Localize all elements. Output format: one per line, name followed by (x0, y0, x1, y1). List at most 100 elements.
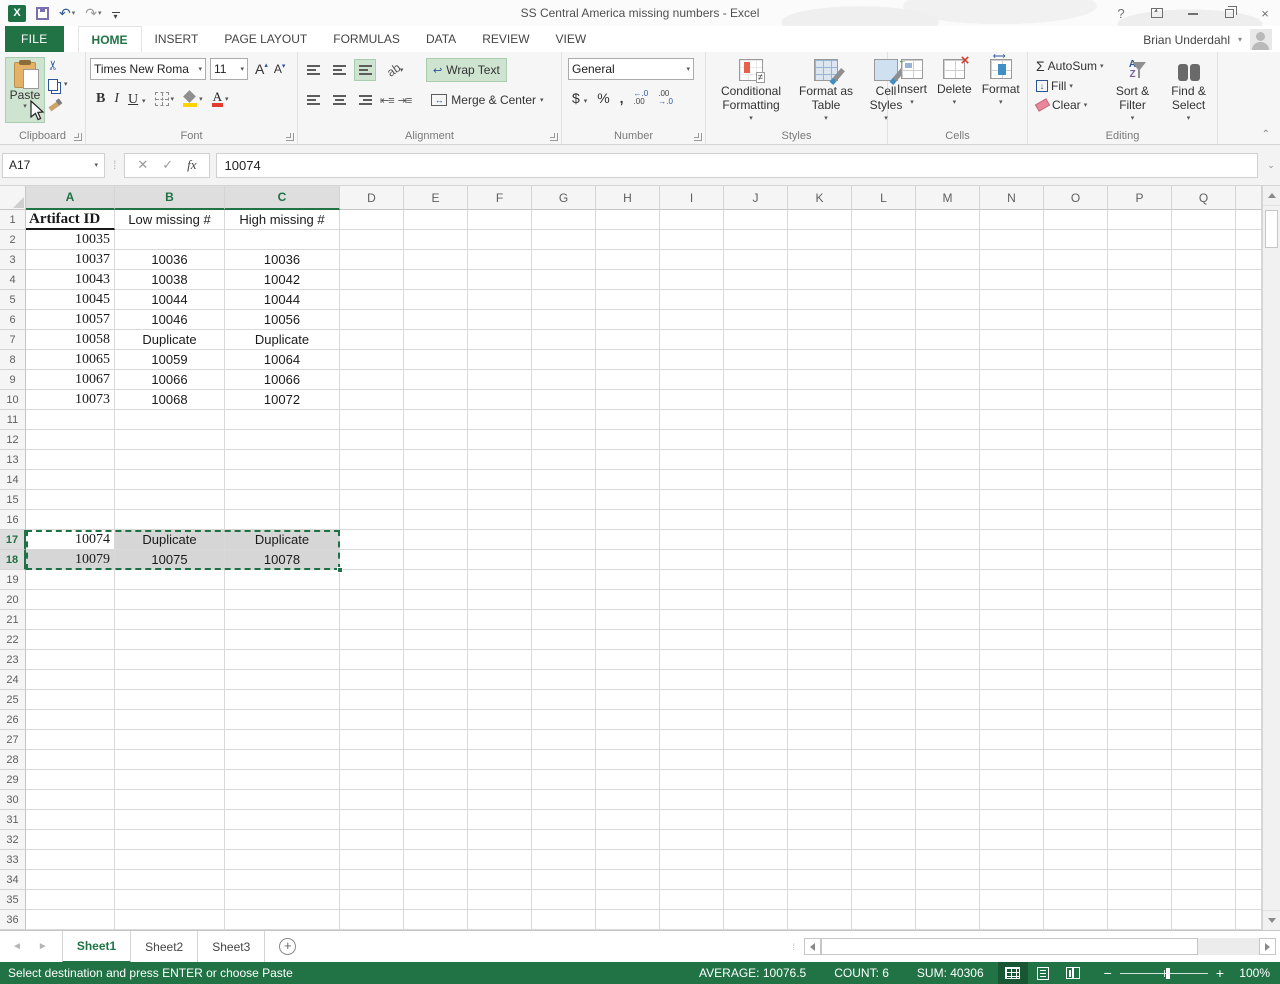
cell-D16[interactable] (340, 510, 404, 530)
cell-Q12[interactable] (1172, 430, 1236, 450)
cell-G24[interactable] (532, 670, 596, 690)
cell-I5[interactable] (660, 290, 724, 310)
cell-partial-26[interactable] (1236, 710, 1262, 730)
row-header-4[interactable]: 4 (0, 270, 26, 290)
cell-D34[interactable] (340, 870, 404, 890)
cell-H12[interactable] (596, 430, 660, 450)
row-header-13[interactable]: 13 (0, 450, 26, 470)
cell-N4[interactable] (980, 270, 1044, 290)
cell-H29[interactable] (596, 770, 660, 790)
cell-Q4[interactable] (1172, 270, 1236, 290)
cell-L3[interactable] (852, 250, 916, 270)
cell-M32[interactable] (916, 830, 980, 850)
find-select-button[interactable]: Find & Select▾ (1162, 58, 1216, 128)
cell-H34[interactable] (596, 870, 660, 890)
cell-A33[interactable] (26, 850, 115, 870)
cell-O1[interactable] (1044, 210, 1108, 230)
cell-G8[interactable] (532, 350, 596, 370)
cell-L20[interactable] (852, 590, 916, 610)
cell-M6[interactable] (916, 310, 980, 330)
cell-J4[interactable] (724, 270, 788, 290)
cell-K10[interactable] (788, 390, 852, 410)
cell-C33[interactable] (225, 850, 340, 870)
cell-C32[interactable] (225, 830, 340, 850)
cell-N31[interactable] (980, 810, 1044, 830)
cell-G5[interactable] (532, 290, 596, 310)
cell-C12[interactable] (225, 430, 340, 450)
cell-G4[interactable] (532, 270, 596, 290)
tab-file[interactable]: FILE (5, 26, 64, 52)
row-header-3[interactable]: 3 (0, 250, 26, 270)
accounting-format-button[interactable]: $ ▾ (572, 90, 587, 106)
cell-O23[interactable] (1044, 650, 1108, 670)
cell-F13[interactable] (468, 450, 532, 470)
undo-caret-icon[interactable]: ▾ (72, 10, 76, 17)
cell-A11[interactable] (26, 410, 115, 430)
cell-N34[interactable] (980, 870, 1044, 890)
cell-F11[interactable] (468, 410, 532, 430)
cell-G9[interactable] (532, 370, 596, 390)
cell-I10[interactable] (660, 390, 724, 410)
tab-page-layout[interactable]: PAGE LAYOUT (211, 26, 320, 52)
cell-D33[interactable] (340, 850, 404, 870)
cell-G30[interactable] (532, 790, 596, 810)
name-box[interactable]: A17▾ (2, 153, 105, 178)
zoom-slider-thumb[interactable] (1166, 968, 1170, 979)
row-header-28[interactable]: 28 (0, 750, 26, 770)
cell-F21[interactable] (468, 610, 532, 630)
cell-A7[interactable]: 10058 (26, 330, 115, 350)
cell-P18[interactable] (1108, 550, 1172, 570)
cell-N26[interactable] (980, 710, 1044, 730)
cell-F15[interactable] (468, 490, 532, 510)
cell-O18[interactable] (1044, 550, 1108, 570)
cell-P27[interactable] (1108, 730, 1172, 750)
cell-L1[interactable] (852, 210, 916, 230)
cell-Q8[interactable] (1172, 350, 1236, 370)
cell-K18[interactable] (788, 550, 852, 570)
cell-A36[interactable] (26, 910, 115, 930)
cell-P33[interactable] (1108, 850, 1172, 870)
cell-Q1[interactable] (1172, 210, 1236, 230)
cell-B24[interactable] (115, 670, 225, 690)
cell-partial-20[interactable] (1236, 590, 1262, 610)
cell-I35[interactable] (660, 890, 724, 910)
cell-H25[interactable] (596, 690, 660, 710)
cell-J6[interactable] (724, 310, 788, 330)
cell-Q20[interactable] (1172, 590, 1236, 610)
cell-C27[interactable] (225, 730, 340, 750)
cell-I32[interactable] (660, 830, 724, 850)
cell-O36[interactable] (1044, 910, 1108, 930)
tab-scrollbar-splitter[interactable]: ⁞ (792, 942, 796, 952)
cell-L7[interactable] (852, 330, 916, 350)
cell-J14[interactable] (724, 470, 788, 490)
cell-K22[interactable] (788, 630, 852, 650)
cell-I26[interactable] (660, 710, 724, 730)
cell-P17[interactable] (1108, 530, 1172, 550)
cell-N1[interactable] (980, 210, 1044, 230)
cell-A27[interactable] (26, 730, 115, 750)
cell-N6[interactable] (980, 310, 1044, 330)
cell-I34[interactable] (660, 870, 724, 890)
cell-C10[interactable]: 10072 (225, 390, 340, 410)
cell-Q32[interactable] (1172, 830, 1236, 850)
cell-I3[interactable] (660, 250, 724, 270)
scroll-left-icon[interactable] (804, 938, 821, 955)
cell-P15[interactable] (1108, 490, 1172, 510)
cell-B4[interactable]: 10038 (115, 270, 225, 290)
cell-G36[interactable] (532, 910, 596, 930)
cell-D23[interactable] (340, 650, 404, 670)
cell-A26[interactable] (26, 710, 115, 730)
cell-D1[interactable] (340, 210, 404, 230)
cell-G28[interactable] (532, 750, 596, 770)
cell-C17[interactable]: Duplicate (225, 530, 340, 550)
cell-A23[interactable] (26, 650, 115, 670)
page-layout-view-icon[interactable] (1028, 962, 1058, 984)
cell-M17[interactable] (916, 530, 980, 550)
cell-partial-13[interactable] (1236, 450, 1262, 470)
row-header-7[interactable]: 7 (0, 330, 26, 350)
cell-E36[interactable] (404, 910, 468, 930)
cell-J34[interactable] (724, 870, 788, 890)
cell-J2[interactable] (724, 230, 788, 250)
cell-D32[interactable] (340, 830, 404, 850)
cell-B34[interactable] (115, 870, 225, 890)
